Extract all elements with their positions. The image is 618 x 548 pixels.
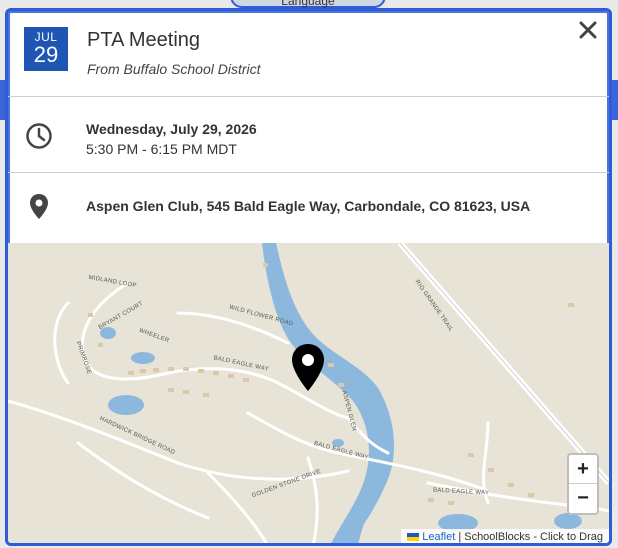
close-button[interactable] <box>575 17 601 43</box>
zoom-control: + − <box>567 453 599 515</box>
event-location-row: Aspen Glen Club, 545 Bald Eagle Way, Car… <box>8 173 609 243</box>
clock-icon <box>26 123 52 149</box>
event-modal: JUL 29 PTA Meeting From Buffalo School D… <box>5 8 612 546</box>
event-source: From Buffalo School District <box>87 61 261 77</box>
leaflet-link[interactable]: Leaflet <box>422 531 455 543</box>
attribution-text: | SchoolBlocks - Click to Drag <box>458 531 603 543</box>
event-date: Wednesday, July 29, 2026 <box>86 121 257 137</box>
language-tab[interactable]: Language <box>230 0 386 8</box>
map-pin-icon <box>30 194 48 219</box>
event-time: 5:30 PM - 6:15 PM MDT <box>86 141 237 157</box>
modal-header: JUL 29 PTA Meeting From Buffalo School D… <box>8 11 609 97</box>
event-map[interactable]: MIDLAND LOOP BRYANT COURT WHEELER PRIMRO… <box>8 243 609 543</box>
zoom-in-button[interactable]: + <box>569 455 597 484</box>
map-tiles <box>8 243 609 543</box>
date-badge: JUL 29 <box>24 27 68 71</box>
event-title: PTA Meeting <box>87 29 201 51</box>
ukraine-flag-icon <box>407 533 420 542</box>
zoom-out-button[interactable]: − <box>569 484 597 513</box>
event-location: Aspen Glen Club, 545 Bald Eagle Way, Car… <box>86 198 531 214</box>
map-marker-icon[interactable] <box>290 343 326 393</box>
close-icon <box>579 21 597 39</box>
event-when-row: Wednesday, July 29, 2026 5:30 PM - 6:15 … <box>8 97 609 173</box>
map-attribution: Leaflet | SchoolBlocks - Click to Drag <box>401 529 609 543</box>
date-badge-day: 29 <box>33 42 59 67</box>
